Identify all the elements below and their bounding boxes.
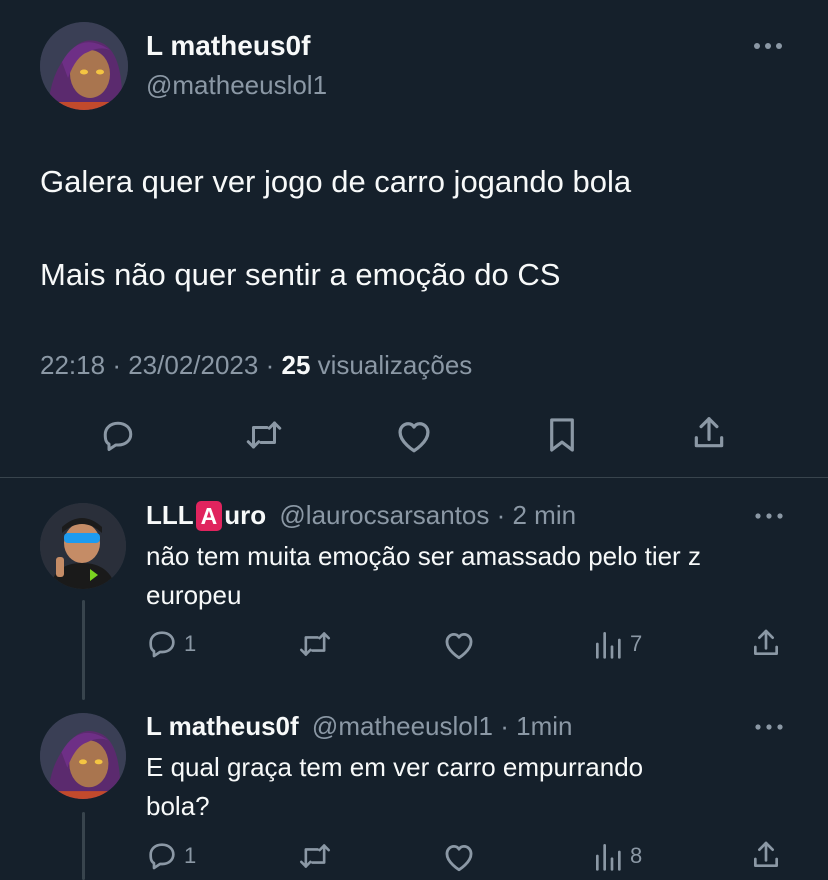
author-handle[interactable]: @matheeuslol1	[146, 70, 327, 101]
reply-time[interactable]: 1min	[516, 711, 572, 741]
share-icon[interactable]	[690, 414, 728, 452]
thread-line	[82, 600, 85, 700]
author-avatar[interactable]	[40, 22, 128, 110]
reply-text-line-1: E qual graça tem em ver carro empurrando	[146, 752, 644, 782]
share-icon[interactable]	[750, 838, 782, 872]
separator: ·	[265, 350, 275, 380]
like-icon[interactable]	[394, 418, 434, 454]
reply-author-name[interactable]: L matheus0f	[146, 711, 299, 741]
thread-line	[82, 812, 85, 880]
reply-icon	[146, 840, 178, 872]
reply-text-line-2: europeu	[146, 580, 242, 610]
reply-icon[interactable]	[100, 418, 136, 454]
analytics-icon	[594, 628, 622, 660]
retweet-icon[interactable]	[244, 417, 284, 453]
separator: ·	[496, 500, 506, 530]
tweet-time[interactable]: 22:18	[40, 350, 105, 380]
like-icon[interactable]	[442, 841, 476, 873]
author-name[interactable]: L matheus0f	[146, 30, 310, 62]
tweet-meta: 22:18 · 23/02/2023 · 25 visualizações	[40, 350, 472, 381]
reply-header: L matheus0f @matheeuslol1 · 1min	[146, 711, 572, 742]
reply-action[interactable]: 1	[146, 628, 196, 660]
retweet-icon[interactable]	[298, 840, 332, 872]
more-options-icon[interactable]	[752, 40, 784, 52]
reply-avatar[interactable]	[40, 503, 126, 589]
like-icon[interactable]	[442, 629, 476, 661]
reply-action[interactable]: 1	[146, 840, 196, 872]
views-action[interactable]: 7	[594, 628, 642, 660]
views-label[interactable]: visualizações	[318, 350, 473, 380]
a-badge-icon: A	[195, 501, 223, 531]
reply-count: 1	[184, 843, 197, 868]
tweet-date[interactable]: 23/02/2023	[128, 350, 258, 380]
divider	[0, 477, 828, 478]
reply-count: 1	[184, 631, 197, 656]
views-count: 7	[630, 631, 643, 656]
tweet-text-line-2: Mais não quer sentir a emoção do CS	[40, 257, 561, 292]
reply-icon	[146, 628, 178, 660]
reply-header: LLL Auro @laurocsarsantos · 2 min	[146, 500, 576, 531]
separator: ·	[500, 711, 509, 741]
analytics-icon	[594, 840, 622, 872]
separator: ·	[112, 350, 121, 380]
views-action[interactable]: 8	[594, 840, 642, 872]
reply-time[interactable]: 2 min	[512, 500, 576, 530]
reply-author-handle[interactable]: @laurocsarsantos	[279, 500, 489, 530]
reply-avatar[interactable]	[40, 713, 126, 799]
views-count: 8	[630, 843, 643, 868]
retweet-icon[interactable]	[298, 628, 332, 660]
reply-author-name[interactable]: LLL Auro	[146, 500, 273, 531]
reply-text-line-2: bola?	[146, 791, 210, 821]
more-options-icon[interactable]	[754, 722, 784, 732]
more-options-icon[interactable]	[754, 511, 784, 521]
share-icon[interactable]	[750, 626, 782, 660]
bookmark-icon[interactable]	[546, 416, 578, 454]
tweet-text-line-1: Galera quer ver jogo de carro jogando bo…	[40, 164, 632, 199]
reply-text-line-1: não tem muita emoção ser amassado pelo t…	[146, 541, 701, 571]
views-count[interactable]: 25	[282, 350, 311, 380]
reply-author-handle[interactable]: @matheeuslol1	[312, 711, 493, 741]
